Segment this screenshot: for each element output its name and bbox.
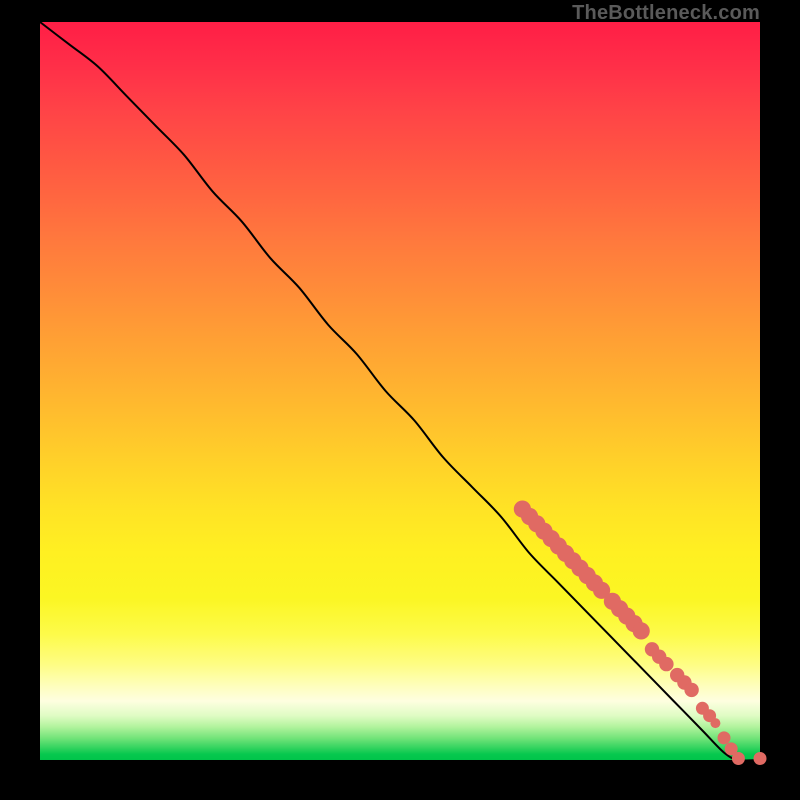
curve-marker [718, 731, 731, 744]
curve-svg [40, 22, 760, 760]
curve-marker [732, 752, 745, 765]
curve-marker [684, 683, 698, 697]
curve-marker [633, 622, 650, 639]
curve-marker [754, 752, 767, 765]
curve-marker [659, 657, 673, 671]
plot-area [40, 22, 760, 760]
curve-markers [514, 501, 767, 766]
curve-marker [710, 718, 720, 728]
chart-stage: TheBottleneck.com [0, 0, 800, 800]
